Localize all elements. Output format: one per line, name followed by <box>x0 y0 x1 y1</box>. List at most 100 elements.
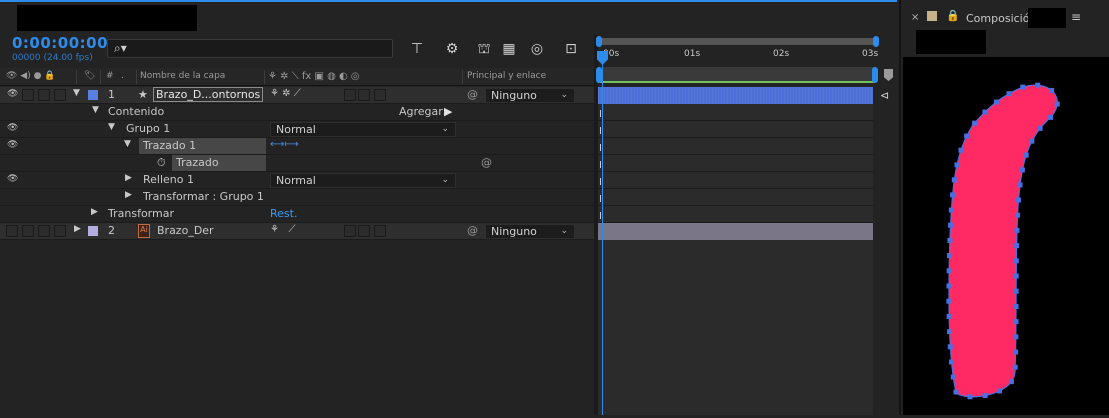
draft-3d-icon[interactable]: ⚙ <box>443 40 461 58</box>
vertex-point[interactable] <box>1019 167 1025 173</box>
expand-triangle-icon[interactable]: ▶ <box>91 207 98 217</box>
vertex-point[interactable] <box>1013 303 1019 309</box>
expand-triangle-icon[interactable]: ▼ <box>108 122 115 132</box>
fill-blend-mode-dropdown[interactable]: Normal ⌄ <box>270 173 456 188</box>
layer-row-1[interactable]: 👁 ▼ 1 ★ Brazo_D...ontornos ⚘ ✲ ⟋ @ Ningu… <box>0 87 595 104</box>
vertex-point[interactable] <box>1013 319 1019 325</box>
vertex-point[interactable] <box>946 268 952 274</box>
close-icon[interactable]: × <box>911 12 919 23</box>
layer-transform-row[interactable]: ▶ Transformar Rest. <box>0 206 595 223</box>
vertex-point[interactable] <box>946 298 952 304</box>
time-navigator[interactable] <box>598 67 875 83</box>
vertex-point[interactable] <box>1014 243 1020 249</box>
lock-icon[interactable]: 🔒 <box>946 9 960 22</box>
vertex-point[interactable] <box>982 393 988 399</box>
pickwhip-icon[interactable]: @ <box>467 224 478 237</box>
composition-tab-label[interactable]: Composición <box>966 12 1036 25</box>
group-row[interactable]: 👁 ▼ Grupo 1 Normal ⌄ <box>0 121 595 138</box>
expand-triangle-icon[interactable]: ▶ <box>125 190 132 200</box>
vertex-point[interactable] <box>997 388 1003 394</box>
layer-label-color[interactable] <box>88 90 98 100</box>
layer-switches[interactable]: ⚘ ⟋ <box>270 224 296 235</box>
vertex-point[interactable] <box>948 359 954 365</box>
vertex-point[interactable] <box>1016 197 1022 203</box>
vertex-point[interactable] <box>1054 101 1060 107</box>
vertex-point[interactable] <box>1008 379 1014 385</box>
vertex-point[interactable] <box>1035 82 1041 88</box>
vertex-point[interactable] <box>993 99 999 105</box>
expand-triangle-icon[interactable]: ▼ <box>92 105 99 115</box>
vertex-point[interactable] <box>946 313 952 319</box>
vertex-point[interactable] <box>982 109 988 115</box>
vertex-point[interactable] <box>951 177 957 183</box>
layer-label-color[interactable] <box>88 226 98 236</box>
group-transform-row[interactable]: ▶ Transformar : Grupo 1 <box>0 189 595 206</box>
stopwatch-icon[interactable]: ⏱ <box>157 156 166 170</box>
pickwhip-icon[interactable]: @ <box>467 88 478 101</box>
visibility-eye-icon[interactable]: 👁 <box>7 174 19 185</box>
vertex-point[interactable] <box>947 329 953 335</box>
vertex-point[interactable] <box>1013 258 1019 264</box>
vertex-point[interactable] <box>948 207 954 213</box>
visibility-eye-icon[interactable]: 👁 <box>7 89 19 100</box>
vertex-point[interactable] <box>950 374 956 380</box>
layer-name[interactable]: Brazo_D...ontornos <box>153 87 264 102</box>
vertex-point[interactable] <box>947 344 953 350</box>
layer-switches[interactable]: ⚘ ✲ ⟋ <box>270 88 301 99</box>
path-label[interactable]: Trazado <box>172 155 266 171</box>
vertex-point[interactable] <box>1013 288 1019 294</box>
vertex-point[interactable] <box>1020 84 1026 90</box>
vertex-point[interactable] <box>1017 182 1023 188</box>
navigator-end-handle[interactable] <box>872 67 878 83</box>
vertex-point[interactable] <box>946 253 952 259</box>
vertex-point[interactable] <box>1013 334 1019 340</box>
layer-search-input[interactable]: ⌕▾ <box>107 39 393 58</box>
layer-name[interactable]: Brazo_Der <box>157 224 214 237</box>
vertex-point[interactable] <box>1015 212 1021 218</box>
add-menu-icon[interactable]: ▶ <box>444 105 452 118</box>
work-area-bar[interactable] <box>598 38 877 45</box>
expand-triangle-icon[interactable]: ▼ <box>124 139 131 149</box>
expand-triangle-icon[interactable]: ▼ <box>73 88 80 98</box>
vertex-point[interactable] <box>1012 364 1018 370</box>
layer-row-2[interactable]: ▶ 2 Ai Brazo_Der ⚘ ⟋ @ Ninguno ⌄ <box>0 223 595 240</box>
parent-dropdown-2[interactable]: Ninguno ⌄ <box>485 224 575 239</box>
vertex-point[interactable] <box>1006 91 1012 97</box>
timeline-tab-redacted[interactable] <box>17 5 197 31</box>
playhead-line[interactable] <box>602 54 603 415</box>
reset-link[interactable]: Rest. <box>270 207 297 220</box>
parent-dropdown-1[interactable]: Ninguno ⌄ <box>485 88 575 103</box>
vertex-point[interactable] <box>967 394 973 400</box>
vertex-point[interactable] <box>1023 152 1029 158</box>
vertex-point[interactable] <box>958 147 964 153</box>
expand-triangle-icon[interactable]: ▶ <box>125 173 132 183</box>
vertex-point[interactable] <box>964 133 970 139</box>
path-group-label[interactable]: Trazado 1 <box>139 138 266 154</box>
motion-blur-icon[interactable]: ◎ <box>528 40 546 58</box>
path-direction-icons[interactable]: ⟷⟼ <box>270 139 299 150</box>
layer-2-duration-bar[interactable] <box>598 223 873 240</box>
vertex-point[interactable] <box>1013 349 1019 355</box>
number-column-header[interactable]: # <box>106 71 114 81</box>
vertex-point[interactable] <box>1048 114 1054 120</box>
fill-row[interactable]: 👁 ▶ Relleno 1 Normal ⌄ <box>0 172 595 189</box>
frame-blending-icon[interactable]: ▦ <box>500 40 518 58</box>
arm-fill-path[interactable] <box>948 84 1058 398</box>
vertex-point[interactable] <box>950 192 956 198</box>
composition-viewer[interactable] <box>903 57 1109 415</box>
shy-layers-icon[interactable]: ⛫ <box>475 40 493 58</box>
vertex-point[interactable] <box>972 120 978 126</box>
work-area-start-handle[interactable] <box>596 36 602 47</box>
layer-1-duration-bar[interactable] <box>598 87 873 104</box>
current-time-display[interactable]: 0:00:00:00 <box>12 34 108 52</box>
vertex-point[interactable] <box>948 222 954 228</box>
vertex-point[interactable] <box>1037 125 1043 131</box>
vertex-point[interactable] <box>1029 138 1035 144</box>
pickwhip-icon[interactable]: @ <box>481 156 492 169</box>
visibility-eye-icon[interactable]: 👁 <box>7 123 19 134</box>
parent-link-column-header[interactable]: Principal y enlace <box>467 71 546 81</box>
vertex-point[interactable] <box>946 283 952 289</box>
group-blend-mode-dropdown[interactable]: Normal ⌄ <box>270 122 456 137</box>
expand-triangle-icon[interactable]: ▶ <box>74 224 81 234</box>
graph-editor-icon[interactable]: ⊡ <box>562 40 580 58</box>
